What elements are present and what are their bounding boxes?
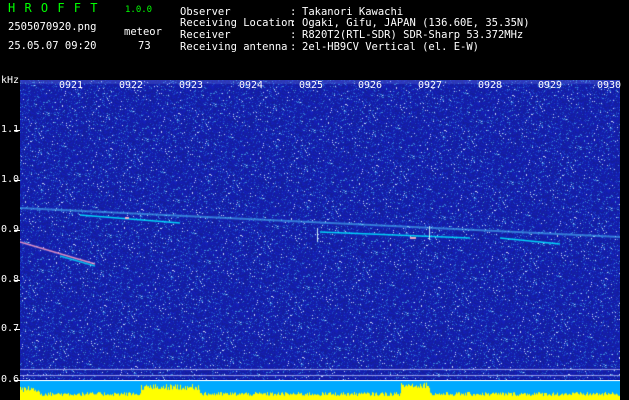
y-tick-mark bbox=[14, 280, 20, 281]
app-name: H R O F F T bbox=[8, 1, 99, 15]
info-sep-receiver: : bbox=[290, 29, 297, 41]
info-sep-antenna: : bbox=[290, 41, 297, 53]
y-tick-mark bbox=[14, 329, 20, 330]
file-name: 2505070920.png bbox=[8, 21, 97, 33]
x-tick-label: 0926 bbox=[358, 80, 383, 91]
counter-label: meteor bbox=[124, 26, 162, 38]
spectrogram-canvas bbox=[20, 80, 620, 380]
info-key-antenna: Receiving antenna bbox=[180, 41, 288, 53]
info-value-location: Ogaki, Gifu, JAPAN (136.60E, 35.35N) bbox=[302, 17, 530, 29]
x-tick-label: 0925 bbox=[299, 80, 324, 91]
y-tick-mark bbox=[14, 130, 20, 131]
app-version: 1.0.0 bbox=[125, 5, 153, 15]
x-tick-label: 0927 bbox=[418, 80, 443, 91]
x-tick-label: 0928 bbox=[478, 80, 503, 91]
x-tick-label: 0929 bbox=[538, 80, 563, 91]
meteor-count: 73 bbox=[138, 40, 151, 52]
x-tick-label: 0922 bbox=[119, 80, 144, 91]
y-tick-mark bbox=[14, 380, 20, 381]
y-tick-mark bbox=[14, 180, 20, 181]
frequency-axis: kHz 1.1 1.0 0.9 0.8 0.7 0.6 bbox=[0, 76, 20, 400]
x-tick-label: 0924 bbox=[239, 80, 264, 91]
info-key-receiver: Receiver bbox=[180, 29, 231, 41]
x-tick-label: 0930 bbox=[597, 80, 622, 91]
info-sep-location: : bbox=[290, 17, 297, 29]
y-tick-mark bbox=[14, 230, 20, 231]
signal-level-strip bbox=[20, 380, 620, 400]
info-value-receiver: R820T2(RTL-SDR) SDR-Sharp 53.372MHz bbox=[302, 29, 524, 41]
hroft-spectrogram-window: H R O F F T 1.0.0 2505070920.png meteor … bbox=[0, 0, 629, 400]
x-tick-label: 0923 bbox=[179, 80, 204, 91]
info-key-location: Receiving Location bbox=[180, 17, 294, 29]
x-tick-label: 0921 bbox=[59, 80, 84, 91]
info-value-antenna: 2el-HB9CV Vertical (el. E-W) bbox=[302, 41, 480, 53]
axis-unit-label: kHz bbox=[1, 75, 20, 86]
file-timestamp: 25.05.07 09:20 bbox=[8, 40, 97, 52]
